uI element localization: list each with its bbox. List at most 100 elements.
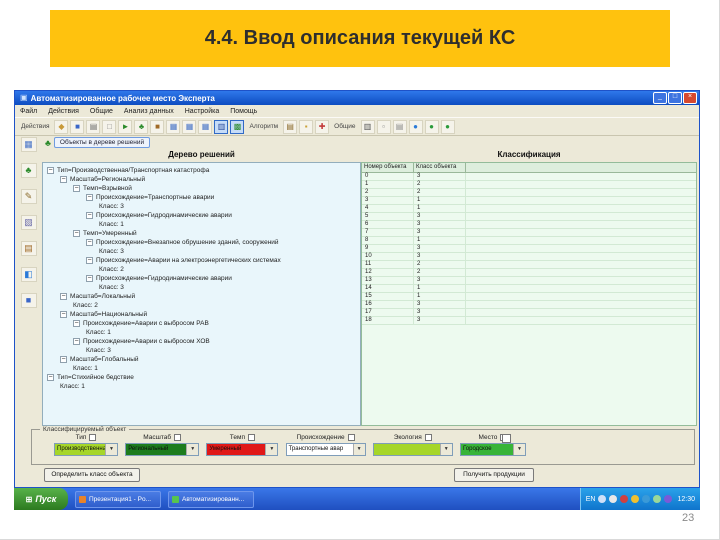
- taskbar-clock[interactable]: 12:30: [677, 496, 695, 503]
- table-row[interactable]: 31: [362, 197, 696, 205]
- table-row[interactable]: 173: [362, 309, 696, 317]
- extra-checkbox[interactable]: [502, 434, 511, 443]
- tree-node[interactable]: −Тип=Стихийное бедствие: [43, 373, 360, 382]
- go-icon[interactable]: ●: [441, 120, 455, 134]
- expand-collapse-icon[interactable]: −: [60, 176, 67, 183]
- doc-icon[interactable]: ▤: [393, 120, 407, 134]
- tree-shortcut-icon[interactable]: ♣: [21, 163, 37, 178]
- antivirus-icon[interactable]: [620, 495, 628, 503]
- expand-collapse-icon[interactable]: −: [60, 311, 67, 318]
- menu-item-3[interactable]: Анализ данных: [124, 108, 174, 115]
- table-row[interactable]: 22: [362, 189, 696, 197]
- table-row[interactable]: 133: [362, 277, 696, 285]
- tree-node[interactable]: −Происхождение=Аварии на электроэнергети…: [43, 256, 360, 265]
- tree-icon[interactable]: ♣: [134, 120, 148, 134]
- network-icon[interactable]: [598, 495, 606, 503]
- print-icon[interactable]: ▥: [361, 120, 375, 134]
- field-combobox[interactable]: Производственная▼: [54, 443, 118, 456]
- tree-node[interactable]: Класс: 3: [43, 247, 360, 256]
- minimize-button[interactable]: _: [653, 92, 667, 104]
- combobox-dropdown-icon[interactable]: ▼: [353, 444, 365, 455]
- algorithm-icon[interactable]: ▤: [283, 120, 297, 134]
- column-header[interactable]: Номер объекта: [362, 163, 414, 172]
- tree-node[interactable]: −Темп=Взрывной: [43, 184, 360, 193]
- open-icon[interactable]: ◆: [54, 120, 68, 134]
- menu-item-2[interactable]: Общие: [90, 108, 113, 115]
- tree-node[interactable]: −Масштаб=Глобальный: [43, 355, 360, 364]
- tree-node[interactable]: Класс: 3: [43, 346, 360, 355]
- field-combobox[interactable]: Транспортные авар▼: [286, 443, 366, 456]
- table-row[interactable]: 63: [362, 221, 696, 229]
- expand-collapse-icon[interactable]: −: [60, 293, 67, 300]
- chart-shortcut-icon[interactable]: ◧: [21, 267, 37, 282]
- field-combobox[interactable]: Городское▼: [460, 443, 526, 456]
- table-row[interactable]: 73: [362, 229, 696, 237]
- table-row[interactable]: 93: [362, 245, 696, 253]
- layers-shortcut-icon[interactable]: ▧: [21, 215, 37, 230]
- tree-node[interactable]: Класс: 1: [43, 382, 360, 391]
- combobox-dropdown-icon[interactable]: ▼: [186, 444, 198, 455]
- report-icon[interactable]: ▤: [86, 120, 100, 134]
- tree-node[interactable]: Класс: 3: [43, 202, 360, 211]
- tab-decision-tree-objects[interactable]: Объекты в дереве решений: [54, 137, 150, 148]
- combobox-dropdown-icon[interactable]: ▼: [105, 444, 117, 455]
- tree-node[interactable]: Класс: 1: [43, 220, 360, 229]
- scheduler-icon[interactable]: [664, 495, 672, 503]
- taskbar-task-1[interactable]: Автоматизированн...: [168, 491, 254, 508]
- table-row[interactable]: 112: [362, 261, 696, 269]
- field-checkbox[interactable]: [248, 434, 255, 441]
- table-row[interactable]: 81: [362, 237, 696, 245]
- grid2-icon[interactable]: ▦: [182, 120, 196, 134]
- grid3-icon[interactable]: ▦: [198, 120, 212, 134]
- help-icon[interactable]: ●: [425, 120, 439, 134]
- field-checkbox[interactable]: [89, 434, 96, 441]
- menu-item-0[interactable]: Файл: [20, 108, 37, 115]
- expand-collapse-icon[interactable]: −: [86, 257, 93, 264]
- expand-collapse-icon[interactable]: −: [73, 320, 80, 327]
- tree-node[interactable]: Класс: 3: [43, 283, 360, 292]
- window-icon[interactable]: □: [102, 120, 116, 134]
- tree-node[interactable]: −Темп=Умеренный: [43, 229, 360, 238]
- combobox-dropdown-icon[interactable]: ▼: [440, 444, 452, 455]
- usb-icon[interactable]: [653, 495, 661, 503]
- expand-collapse-icon[interactable]: −: [86, 212, 93, 219]
- expand-collapse-icon[interactable]: −: [86, 239, 93, 246]
- start-button[interactable]: ⊞ Пуск: [14, 488, 68, 510]
- table-row[interactable]: 53: [362, 213, 696, 221]
- table-row[interactable]: 03: [362, 173, 696, 181]
- field-checkbox[interactable]: [348, 434, 355, 441]
- get-productions-button[interactable]: Получить продукции: [454, 468, 534, 482]
- tree-node[interactable]: −Масштаб=Локальный: [43, 292, 360, 301]
- expand-collapse-icon[interactable]: −: [60, 356, 67, 363]
- grid-icon[interactable]: ▦: [166, 120, 180, 134]
- language-indicator[interactable]: EN: [586, 496, 596, 503]
- tree-node[interactable]: −Масштаб=Национальный: [43, 310, 360, 319]
- table-row[interactable]: 12: [362, 181, 696, 189]
- define-class-button[interactable]: Определить класс объекта: [44, 468, 140, 482]
- tree-node[interactable]: Класс: 1: [43, 364, 360, 373]
- mail-icon[interactable]: ▫: [377, 120, 391, 134]
- field-combobox[interactable]: ▼: [373, 443, 453, 456]
- decision-tree-panel[interactable]: −Тип=Производственная/Транспортная катас…: [42, 162, 361, 426]
- tree-node[interactable]: Класс: 2: [43, 301, 360, 310]
- build-icon[interactable]: ▪: [299, 120, 313, 134]
- tree-node[interactable]: Класс: 1: [43, 328, 360, 337]
- tree-view-icon[interactable]: ▩: [230, 120, 244, 134]
- maximize-button[interactable]: □: [668, 92, 682, 104]
- tree-node[interactable]: −Происхождение=Гидродинамические аварии: [43, 274, 360, 283]
- tree-node[interactable]: −Происхождение=Внезапное обрушение здани…: [43, 238, 360, 247]
- save-shortcut-icon[interactable]: ■: [21, 293, 37, 308]
- taskbar-task-0[interactable]: Презентация1 - Po...: [75, 491, 161, 508]
- tools-icon[interactable]: ✚: [315, 120, 329, 134]
- expand-collapse-icon[interactable]: −: [73, 185, 80, 192]
- combobox-dropdown-icon[interactable]: ▼: [265, 444, 277, 455]
- book-shortcut-icon[interactable]: ▤: [21, 241, 37, 256]
- tree-node[interactable]: Класс: 2: [43, 265, 360, 274]
- table-row[interactable]: 122: [362, 269, 696, 277]
- tree-node[interactable]: −Масштаб=Региональный: [43, 175, 360, 184]
- window-titlebar[interactable]: ▣ Автоматизированное рабочее место Экспе…: [15, 91, 699, 105]
- update-icon[interactable]: [642, 495, 650, 503]
- table-row[interactable]: 183: [362, 317, 696, 325]
- close-button[interactable]: ×: [683, 92, 697, 104]
- field-combobox[interactable]: Умеренный▼: [206, 443, 278, 456]
